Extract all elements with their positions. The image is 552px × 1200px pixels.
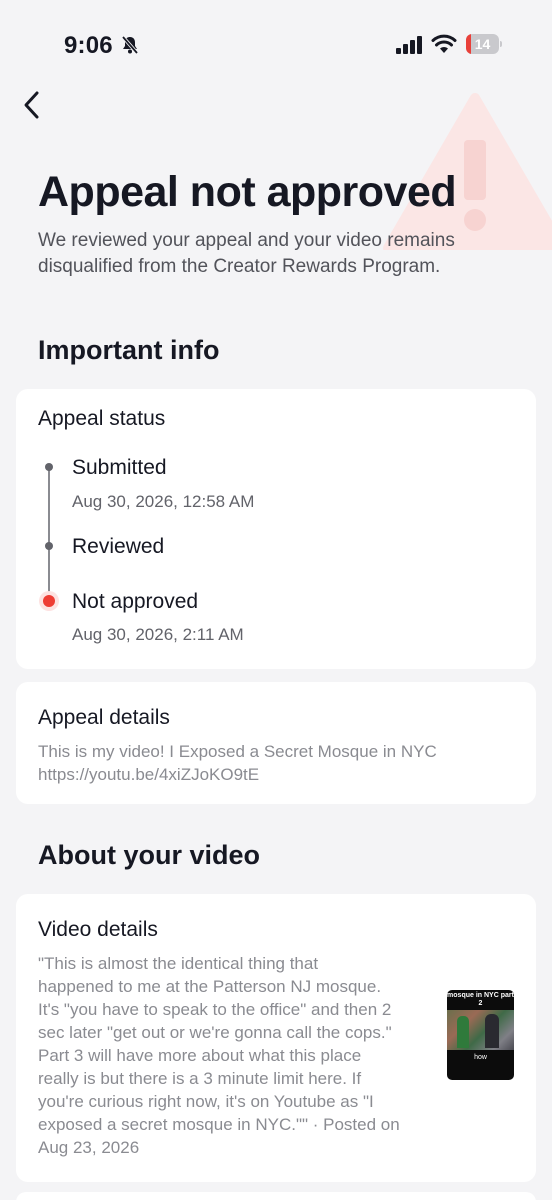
- video-description-line: sec later "get out or we're gonna call t…: [38, 1023, 392, 1042]
- video-posted-date: Aug 23, 2026: [38, 1138, 140, 1157]
- timeline-dot-not-approved: [43, 595, 55, 607]
- appeal-status-card: Appeal status Submitted Aug 30, 2026, 12…: [16, 389, 536, 669]
- video-description-line: exposed a secret mosque in NYC."" · Post…: [38, 1115, 400, 1134]
- about-video-heading: About your video: [38, 840, 260, 870]
- appeal-details-title: Appeal details: [38, 706, 170, 729]
- bell-slash-icon: [121, 35, 139, 55]
- battery-level: 14: [474, 36, 491, 52]
- appeal-details-text: This is my video! I Exposed a Secret Mos…: [38, 742, 437, 761]
- step-submitted-date: Aug 30, 2026, 12:58 AM: [72, 492, 255, 511]
- timeline-dot-reviewed: [45, 542, 53, 550]
- back-button[interactable]: [18, 88, 48, 122]
- warning-triangle-icon: [383, 93, 552, 250]
- cellular-signal-icon: [396, 36, 422, 54]
- appeal-details-card: Appeal details This is my video! I Expos…: [16, 682, 536, 804]
- video-description-line: Part 3 will have more about what this pl…: [38, 1046, 362, 1065]
- battery-icon: 14: [466, 34, 502, 54]
- video-description-line: It's "you have to speak to the office" a…: [38, 1000, 392, 1019]
- page-title: Appeal not approved: [38, 168, 457, 216]
- timeline-line: [48, 467, 50, 602]
- appeal-details-link[interactable]: https://youtu.be/4xiZJoKO9tE: [38, 763, 259, 786]
- step-not-approved-date: Aug 30, 2026, 2:11 AM: [72, 625, 244, 644]
- page-subtitle: We reviewed your appeal and your video r…: [38, 230, 455, 277]
- status-bar: 9:06 14: [0, 0, 552, 80]
- video-description-line: you're curious right now, it's on Youtub…: [38, 1092, 374, 1111]
- step-not-approved-label: Not approved: [72, 590, 199, 613]
- thumbnail-caption: mosque in NYC part 2: [447, 992, 514, 1007]
- wifi-icon: [431, 34, 457, 53]
- video-details-title: Video details: [38, 918, 158, 941]
- video-description-line: "This is almost the identical thing that: [38, 954, 319, 973]
- video-description-line: really is but there is a 3 minute limit …: [38, 1069, 362, 1088]
- status-time: 9:06: [64, 32, 113, 59]
- thumbnail-word: how: [474, 1054, 487, 1061]
- video-thumbnail[interactable]: mosque in NYC part 2 how: [447, 990, 514, 1080]
- chevron-left-icon: [24, 91, 39, 119]
- important-info-heading: Important info: [38, 335, 220, 365]
- step-reviewed-label: Reviewed: [72, 535, 165, 558]
- next-card: [16, 1192, 536, 1200]
- video-details-card[interactable]: Video details "This is almost the identi…: [16, 894, 536, 1182]
- timeline-dot-submitted: [45, 463, 53, 471]
- step-submitted-label: Submitted: [72, 456, 167, 479]
- video-description-line: happened to me at the Patterson NJ mosqu…: [38, 977, 382, 996]
- appeal-status-title: Appeal status: [38, 407, 166, 430]
